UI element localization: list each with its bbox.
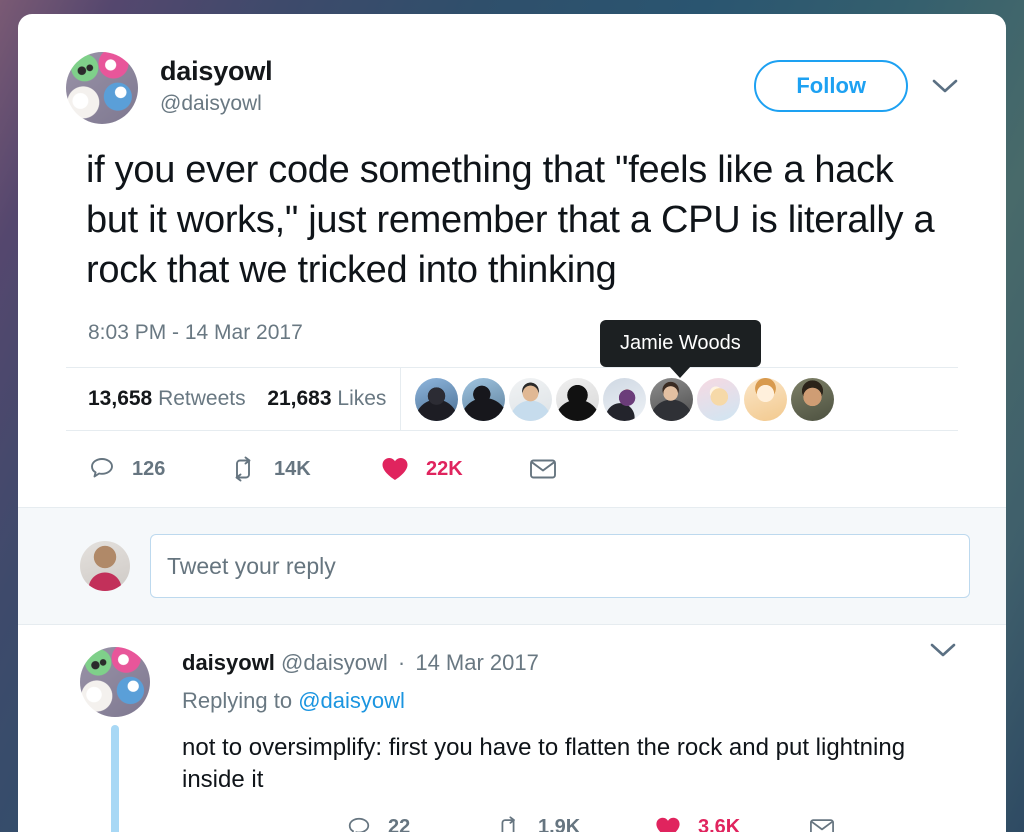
reply-date[interactable]: 14 Mar 2017: [415, 650, 539, 675]
header-actions: Follow: [754, 52, 960, 112]
tweet-action-bar: 126 14K 22K: [18, 431, 1006, 507]
envelope-icon: [528, 456, 558, 482]
chevron-down-icon[interactable]: [930, 71, 960, 101]
facepile-avatar[interactable]: [556, 377, 599, 421]
author-identity: daisyowl @daisyowl: [160, 52, 754, 116]
retweet-icon: [228, 455, 258, 483]
comment-icon: [346, 815, 372, 832]
comment-icon: [88, 455, 116, 483]
reply-input-placeholder: Tweet your reply: [167, 552, 336, 579]
reply-avatar-column: [80, 647, 150, 832]
share-action[interactable]: [528, 456, 558, 482]
share-action[interactable]: [808, 816, 836, 832]
facepile-avatar[interactable]: [744, 377, 787, 421]
facepile: [401, 377, 834, 421]
reply-input[interactable]: Tweet your reply: [150, 534, 970, 599]
reply-action[interactable]: 126: [88, 455, 228, 483]
facepile-avatar[interactable]: [509, 377, 552, 421]
thread-line: [111, 725, 119, 832]
reply-author-handle[interactable]: @daisyowl: [281, 650, 388, 675]
envelope-icon: [808, 816, 836, 832]
author-handle[interactable]: @daisyowl: [160, 91, 754, 116]
like-action[interactable]: 3.6K: [654, 815, 808, 832]
tweet-stats-row: Jamie Woods 13,658 Retweets 21,683 Likes: [66, 320, 958, 432]
replying-to-handle[interactable]: @daisyowl: [298, 688, 405, 713]
byline-separator: ·: [397, 650, 406, 676]
likes-count[interactable]: 21,683: [267, 387, 331, 410]
retweets-label[interactable]: Retweets: [158, 387, 246, 410]
facepile-avatar[interactable]: [697, 377, 740, 421]
like-count: 22K: [426, 457, 463, 480]
avatar[interactable]: [66, 52, 138, 124]
retweets-count[interactable]: 13,658: [88, 387, 152, 410]
reply-action[interactable]: 22: [346, 815, 494, 832]
heart-icon: [380, 455, 410, 483]
reply-text: not to oversimplify: first you have to f…: [182, 733, 906, 794]
retweet-action[interactable]: 1.9K: [494, 815, 654, 832]
reply-body: daisyowl @daisyowl · 14 Mar 2017 Replyin…: [182, 647, 970, 832]
like-count: 3.6K: [698, 816, 741, 832]
tweet-detail-card: daisyowl @daisyowl Follow if you ever co…: [18, 14, 1006, 832]
reply-count: 126: [132, 457, 166, 480]
chevron-down-icon[interactable]: [928, 635, 958, 665]
replying-to: Replying to @daisyowl: [182, 688, 970, 714]
reply-count: 22: [388, 816, 411, 832]
tweet-header: daisyowl @daisyowl Follow: [18, 14, 1006, 124]
facepile-avatar[interactable]: [791, 377, 834, 421]
tweet-text: if you ever code something that "feels l…: [86, 149, 935, 291]
facepile-avatar[interactable]: [462, 377, 505, 421]
tweet-timestamp[interactable]: 8:03 PM - 14 Mar 2017: [18, 295, 1006, 345]
like-action[interactable]: 22K: [380, 455, 528, 483]
author-name[interactable]: daisyowl: [160, 56, 754, 87]
reply-composer: Tweet your reply: [18, 507, 1006, 626]
reply-tweet: daisyowl @daisyowl · 14 Mar 2017 Replyin…: [18, 625, 1006, 832]
reply-byline: daisyowl @daisyowl · 14 Mar 2017: [182, 649, 970, 678]
facepile-tooltip: Jamie Woods: [600, 320, 761, 368]
heart-icon: [654, 815, 682, 832]
reply-author-name[interactable]: daisyowl: [182, 650, 275, 675]
retweet-action[interactable]: 14K: [228, 455, 380, 483]
retweet-count: 1.9K: [538, 816, 581, 832]
reply-action-bar: 22 1.9K 3.6K: [182, 797, 970, 832]
replying-to-label: Replying to: [182, 687, 293, 713]
likes-label[interactable]: Likes: [337, 387, 386, 410]
retweet-count: 14K: [274, 457, 311, 480]
main-tweet: daisyowl @daisyowl Follow if you ever co…: [18, 14, 1006, 507]
avatar[interactable]: [80, 647, 150, 718]
follow-button[interactable]: Follow: [754, 60, 908, 112]
user-avatar[interactable]: [80, 541, 130, 592]
facepile-avatar[interactable]: [603, 377, 646, 421]
tweet-stats: 13,658 Retweets 21,683 Likes: [66, 387, 400, 411]
retweet-icon: [494, 815, 522, 832]
facepile-avatar[interactable]: [650, 377, 693, 421]
facepile-avatar[interactable]: [415, 377, 458, 421]
